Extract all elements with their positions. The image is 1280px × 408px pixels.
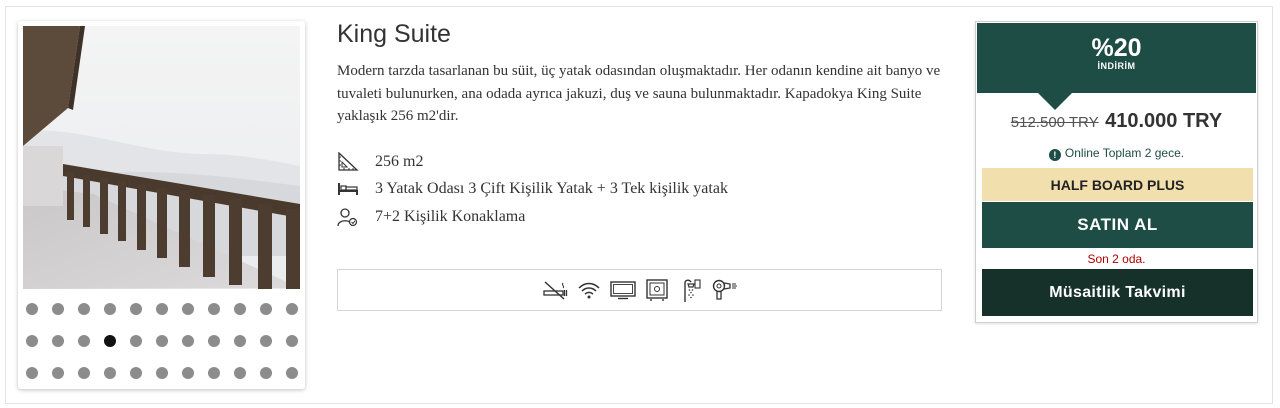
gallery-dot[interactable] [286, 367, 298, 379]
online-total-text: Online Toplam 2 gece. [1064, 146, 1185, 160]
room-title: King Suite [337, 20, 451, 48]
gallery-dot[interactable] [286, 303, 298, 315]
gallery-dot[interactable] [286, 335, 298, 347]
gallery-dot[interactable] [130, 367, 142, 379]
gallery-dot-row [26, 325, 298, 357]
gallery-dot[interactable] [26, 367, 38, 379]
gallery-dot[interactable] [52, 367, 64, 379]
gallery-dot[interactable] [130, 303, 142, 315]
discount-percent: %20 [1091, 34, 1142, 62]
gallery-dots [26, 293, 298, 389]
hair-dryer-icon [711, 277, 739, 303]
gallery-dot[interactable] [260, 303, 272, 315]
gallery-dot[interactable] [208, 335, 220, 347]
gallery-dot[interactable] [78, 367, 90, 379]
area-icon [337, 151, 365, 173]
guests-icon [337, 206, 365, 228]
no-smoking-icon [541, 277, 569, 303]
discount-arrow [1038, 93, 1072, 110]
gallery-dot[interactable] [234, 335, 246, 347]
gallery-dot[interactable] [52, 303, 64, 315]
safe-icon [643, 277, 671, 303]
discount-label: İNDİRİM [1097, 61, 1136, 71]
online-total-note: ! Online Toplam 2 gece. [976, 146, 1257, 161]
gallery-dot[interactable] [104, 367, 116, 379]
room-description: Modern tarzda tasarlanan bu süit, üç yat… [337, 63, 941, 124]
old-price: 512.500 TRY [1010, 114, 1099, 131]
tv-icon [609, 277, 637, 303]
gallery-dot[interactable] [26, 303, 38, 315]
gallery-dot-row [26, 293, 298, 325]
gallery-dot-row [26, 357, 298, 389]
gallery-dot[interactable] [156, 303, 168, 315]
gallery-dot[interactable] [234, 367, 246, 379]
discount-badge: %20 İNDİRİM [977, 23, 1256, 93]
feature-area-text: 256 m2 [375, 152, 424, 170]
info-icon: ! [1048, 149, 1061, 161]
gallery-dot-active[interactable] [104, 335, 116, 347]
bed-icon [337, 178, 365, 200]
gallery-dot[interactable] [260, 367, 272, 379]
gallery-dot[interactable] [78, 335, 90, 347]
gallery-dot[interactable] [182, 335, 194, 347]
feature-guests-text: 7+2 Kişilik Konaklama [375, 207, 526, 225]
availability-calendar-button[interactable]: Müsaitlik Takvimi [982, 269, 1253, 316]
feature-beds: 3 Yatak Odası 3 Çift Kişilik Yatak + 3 T… [337, 176, 728, 204]
gallery-dot[interactable] [130, 335, 142, 347]
gallery-dot[interactable] [52, 335, 64, 347]
gallery-dot[interactable] [156, 367, 168, 379]
wifi-icon [575, 277, 603, 303]
gallery-dot[interactable] [208, 303, 220, 315]
gallery-dot[interactable] [234, 303, 246, 315]
availability-note: Son 2 oda. [1087, 252, 1146, 266]
room-features: 256 m2 3 Yatak Odası 3 Çift Kişilik Yata… [337, 148, 728, 231]
room-photo[interactable] [23, 26, 300, 289]
gallery-dot[interactable] [104, 303, 116, 315]
gallery-dot[interactable] [26, 335, 38, 347]
feature-guests: 7+2 Kişilik Konaklama [337, 203, 728, 231]
shower-icon [677, 277, 705, 303]
price-box: %20 İNDİRİM 512.500 TRY 410.000 TRY ! Onl… [975, 21, 1258, 323]
gallery-dot[interactable] [78, 303, 90, 315]
gallery-dot[interactable] [182, 367, 194, 379]
new-price: 410.000 TRY [1105, 110, 1223, 132]
photo-gallery [18, 21, 305, 389]
gallery-dot[interactable] [156, 335, 168, 347]
board-type-badge: HALF BOARD PLUS [982, 168, 1253, 201]
buy-button[interactable]: SATIN AL [982, 202, 1253, 248]
gallery-dot[interactable] [182, 303, 194, 315]
feature-area: 256 m2 [337, 148, 728, 176]
price-line: 512.500 TRY 410.000 TRY [976, 110, 1257, 133]
room-info: King Suite Modern tarzda tasarlanan bu s… [337, 18, 947, 311]
amenities-bar [337, 269, 942, 311]
gallery-dot[interactable] [260, 335, 272, 347]
feature-beds-text: 3 Yatak Odası 3 Çift Kişilik Yatak + 3 T… [375, 180, 728, 198]
gallery-dot[interactable] [208, 367, 220, 379]
